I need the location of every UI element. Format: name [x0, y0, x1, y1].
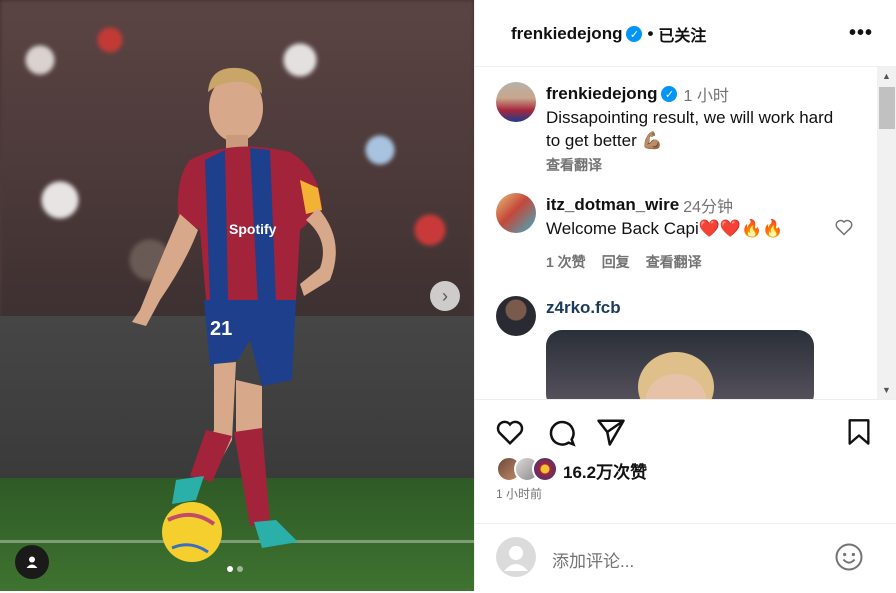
post-side-panel: frenkiedejong ✓ • 已关注 ••• frenkiedejong … [474, 0, 896, 591]
comment-translate-link[interactable]: 查看翻译 [646, 252, 702, 272]
heart-icon[interactable] [495, 417, 525, 447]
comment-input[interactable]: 添加评论... [552, 547, 634, 572]
comment-time: 24分钟 [683, 199, 734, 216]
comment-gif-image[interactable] [546, 330, 814, 399]
caption-time: 1 小时 [683, 88, 729, 105]
comment-likes[interactable]: 1 次赞 [546, 252, 586, 272]
separator-dot: • [647, 24, 654, 43]
comments-list[interactable]: frenkiedejong ✓ 1 小时 Dissapointing resul… [475, 67, 896, 399]
carousel-dot-active [227, 566, 233, 572]
tagged-users-button[interactable] [15, 545, 49, 579]
post-header: frenkiedejong ✓ • 已关注 ••• [475, 0, 896, 67]
author-username[interactable]: frenkiedejong [511, 24, 622, 44]
next-image-button[interactable]: › [430, 281, 460, 311]
verified-icon: ✓ [626, 26, 643, 42]
scroll-up-icon[interactable]: ▲ [882, 71, 891, 81]
current-user-avatar [496, 537, 536, 577]
kit-sponsor-text: Spotify [229, 221, 277, 237]
caption-username[interactable]: frenkiedejong [546, 84, 657, 104]
comment-like-icon[interactable] [834, 217, 854, 237]
commenter-avatar[interactable] [496, 296, 536, 336]
liker-avatar [532, 456, 558, 482]
kit-number-text: 21 [210, 318, 233, 340]
follow-status-button[interactable]: 已关注 [658, 22, 706, 46]
comment-text: Welcome Back Capi❤️❤️🔥🔥 [546, 219, 784, 238]
comment-username[interactable]: itz_dotman_wire [546, 195, 679, 215]
comment-item: z4rko.fcb [546, 298, 621, 318]
scroll-down-icon[interactable]: ▼ [882, 385, 891, 395]
more-options-icon[interactable]: ••• [849, 22, 873, 45]
user-placeholder-icon [504, 546, 528, 571]
user-icon [26, 556, 38, 568]
add-comment-bar: 添加评论... [475, 523, 896, 593]
scrollbar-thumb[interactable] [879, 87, 895, 129]
likes-count[interactable]: 16.2万次赞 [563, 458, 647, 483]
comment-icon[interactable] [546, 417, 576, 447]
comments-scrollbar[interactable]: ▲ ▼ [877, 67, 896, 399]
author-avatar[interactable] [496, 82, 536, 122]
commenter-avatar[interactable] [496, 193, 536, 233]
share-icon[interactable] [596, 417, 626, 447]
carousel-dot [237, 566, 243, 572]
emoji-icon[interactable] [834, 542, 864, 572]
post-actions: 16.2万次赞 1 小时前 添加评论... [475, 399, 896, 592]
chevron-right-icon: › [442, 285, 448, 306]
comment-item: itz_dotman_wire 24分钟 Welcome Back Capi❤️… [546, 193, 836, 272]
post-time[interactable]: 1 小时前 [496, 485, 542, 502]
player-figure [132, 67, 336, 562]
header-user: frenkiedejong ✓ • 已关注 [511, 22, 706, 46]
caption-block: frenkiedejong ✓ 1 小时 Dissapointing resul… [546, 82, 846, 175]
post-image[interactable]: Spotify 21 › [0, 0, 474, 591]
comment-username[interactable]: z4rko.fcb [546, 298, 621, 317]
comment-meta: 1 次赞 回复 查看翻译 [546, 252, 836, 272]
verified-icon: ✓ [661, 86, 678, 102]
caption-text: Dissapointing result, we will work hard … [546, 108, 834, 150]
caption-translate-link[interactable]: 查看翻译 [546, 155, 846, 175]
carousel-dots [227, 566, 243, 572]
bookmark-icon[interactable] [845, 417, 873, 447]
comment-reply-button[interactable]: 回复 [602, 252, 630, 272]
